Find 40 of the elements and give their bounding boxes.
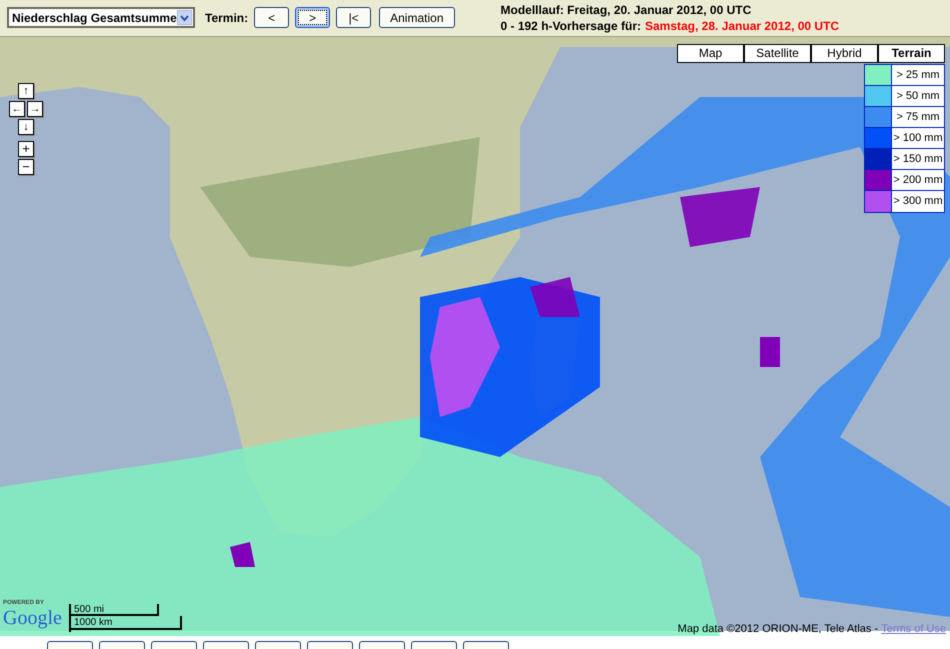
bottom-button[interactable] bbox=[47, 641, 93, 649]
map-type-button[interactable]: Map bbox=[677, 44, 744, 63]
pan-button[interactable]: → bbox=[27, 100, 43, 117]
termin-label: Termin: bbox=[205, 10, 248, 27]
bottom-button[interactable] bbox=[411, 641, 457, 649]
legend-label: > 25 mm bbox=[895, 68, 941, 83]
animation-button[interactable]: Animation bbox=[379, 7, 454, 28]
bottom-button[interactable] bbox=[359, 641, 405, 649]
bottom-button[interactable] bbox=[99, 641, 145, 649]
zoom-in-button[interactable]: + bbox=[18, 140, 34, 157]
forecast-label: 0 - 192 h-Vorhersage für: bbox=[500, 18, 641, 34]
bottom-button[interactable] bbox=[463, 641, 509, 649]
pan-button[interactable]: ↑ bbox=[18, 82, 34, 99]
legend-label: > 100 mm bbox=[892, 130, 944, 146]
step-button[interactable]: |< bbox=[336, 7, 372, 28]
attribution-text: Map data ©2012 ORION-ME, Tele Atlas - bbox=[678, 622, 880, 637]
pan-button[interactable]: ← bbox=[9, 100, 25, 117]
legend-label: > 50 mm bbox=[895, 88, 941, 104]
step-button[interactable]: > bbox=[295, 7, 330, 28]
google-logo: Google bbox=[3, 606, 62, 629]
bottom-button[interactable] bbox=[255, 641, 301, 649]
product-select[interactable]: Niederschlag Gesamtsumme bbox=[7, 7, 195, 28]
bottom-button[interactable] bbox=[151, 641, 197, 649]
bottom-button[interactable] bbox=[203, 641, 249, 649]
forecast-date: Samstag, 28. Januar 2012, 00 UTC bbox=[644, 18, 840, 34]
map-type-button[interactable]: Satellite bbox=[744, 44, 811, 63]
legend-label: > 300 mm bbox=[892, 194, 944, 209]
step-button[interactable]: < bbox=[254, 7, 290, 28]
map-type-button[interactable]: Hybrid bbox=[811, 44, 878, 63]
legend-label: > 200 mm bbox=[892, 172, 944, 188]
scale-km-text: 1000 km bbox=[74, 616, 112, 628]
legend-label: > 150 mm bbox=[892, 152, 944, 167]
map-type-button[interactable]: Terrain bbox=[878, 44, 945, 63]
scale-miles-text: 500 mi bbox=[74, 604, 104, 615]
model-run-text: Modelllauf: Freitag, 20. Januar 2012, 00 UTC bbox=[500, 2, 752, 18]
zoom-out-button[interactable]: − bbox=[18, 158, 34, 175]
pan-button[interactable]: ↓ bbox=[18, 118, 34, 135]
bottom-button[interactable] bbox=[307, 641, 353, 649]
dropdown-icon bbox=[177, 10, 192, 26]
legend-label: > 75 mm bbox=[895, 110, 941, 125]
